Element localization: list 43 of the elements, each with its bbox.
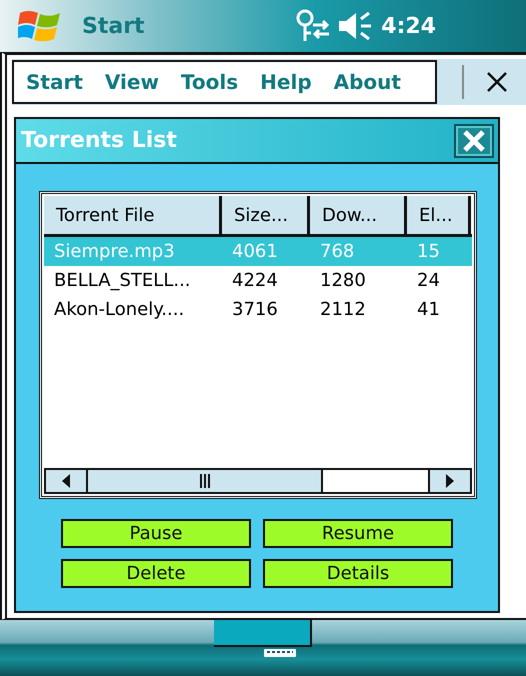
- dialog-title: Torrents List: [21, 128, 178, 153]
- scroll-left-button[interactable]: [46, 470, 86, 492]
- table-cell-text: 4224: [231, 270, 279, 291]
- table-cell-text: 2112: [319, 299, 367, 320]
- action-button[interactable]: Delete: [61, 559, 251, 588]
- keyboard-icon[interactable]: [263, 648, 297, 658]
- clock[interactable]: 4:24: [381, 14, 436, 38]
- speaker-icon[interactable]: [339, 11, 374, 41]
- close-icon[interactable]: [486, 71, 508, 93]
- table-cell-text: BELLA_STELL...: [53, 270, 192, 291]
- action-button[interactable]: Resume: [263, 519, 453, 548]
- table-cell-text: 3716: [231, 299, 279, 320]
- menu-item[interactable]: About: [334, 70, 401, 94]
- table-cell-text: 41: [416, 299, 441, 320]
- column-header[interactable]: Size...: [222, 196, 310, 234]
- column-header[interactable]: El...: [407, 196, 471, 234]
- table-cell-text: 24: [416, 270, 441, 291]
- scroll-thumb[interactable]: [86, 470, 323, 492]
- close-icon: [462, 128, 486, 152]
- table-cell-text: Siempre.mp3: [53, 241, 176, 262]
- menu-item[interactable]: View: [104, 70, 159, 94]
- table-cell-text: 768: [319, 241, 356, 262]
- menu-item[interactable]: Start: [26, 70, 83, 94]
- table-cell-text: 15: [416, 241, 441, 262]
- list-row[interactable]: Akon-Lonely.... 3716 2112 41: [44, 295, 472, 324]
- connectivity-icon[interactable]: [295, 9, 332, 43]
- menu-item[interactable]: Help: [260, 70, 312, 94]
- list-row[interactable]: BELLA_STELL... 4224 1280 24: [44, 266, 472, 295]
- horizontal-scrollbar[interactable]: [44, 468, 472, 494]
- column-header[interactable]: Torrent File: [44, 196, 222, 234]
- table-cell-text: 1280: [319, 270, 367, 291]
- table-cell-text: 4061: [231, 241, 279, 262]
- left-arrow-icon: [61, 474, 71, 488]
- close-button[interactable]: [454, 124, 494, 158]
- scroll-right-button[interactable]: [430, 470, 470, 492]
- right-arrow-icon: [445, 474, 455, 488]
- column-header[interactable]: Dow...: [310, 196, 407, 234]
- action-button[interactable]: Details: [263, 559, 453, 588]
- table-cell-text: Akon-Lonely....: [53, 299, 186, 320]
- softkey-tab[interactable]: [214, 620, 312, 647]
- menu-item[interactable]: Tools: [180, 70, 238, 94]
- action-button[interactable]: Pause: [61, 519, 251, 548]
- grip-icon: [198, 474, 210, 488]
